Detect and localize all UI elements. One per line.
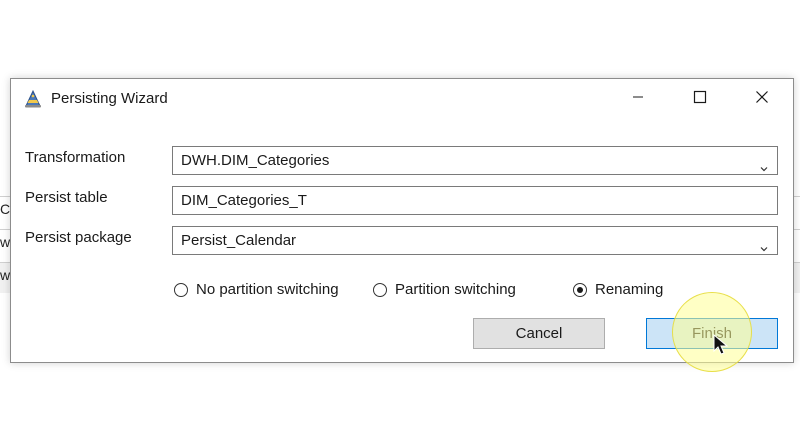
radio-indicator bbox=[174, 282, 188, 297]
transformation-value: DWH.DIM_Categories bbox=[181, 152, 330, 169]
persist-package-value: Persist_Calendar bbox=[181, 232, 297, 249]
transformation-dropdown[interactable]: DWH.DIM_Categories bbox=[172, 146, 778, 175]
dialog-title: Persisting Wizard bbox=[51, 90, 168, 107]
radio-label: Partition switching bbox=[395, 281, 516, 298]
persist-table-input[interactable]: DIM_Categories_T bbox=[172, 186, 778, 215]
persist-package-label: Persist package bbox=[25, 229, 132, 246]
chevron-down-icon bbox=[759, 156, 769, 172]
close-icon bbox=[755, 90, 769, 109]
maximize-button[interactable] bbox=[669, 79, 731, 119]
background-text-fragment: w bbox=[0, 267, 11, 283]
radio-indicator-selected bbox=[573, 282, 587, 297]
background-text-fragment: w bbox=[0, 234, 11, 250]
radio-label: Renaming bbox=[595, 281, 664, 298]
radio-indicator bbox=[373, 282, 387, 297]
cancel-button[interactable]: Cancel bbox=[473, 318, 605, 349]
persisting-wizard-dialog: Persisting Wizard Transformation DWH.DIM… bbox=[10, 78, 794, 363]
dialog-body: Transformation DWH.DIM_Categories Persis… bbox=[11, 119, 793, 362]
screen: C w w Persisting Wizard Transformation D… bbox=[0, 0, 800, 446]
finish-button[interactable]: Finish bbox=[646, 318, 778, 349]
maximize-icon bbox=[693, 90, 707, 109]
persist-table-value: DIM_Categories_T bbox=[181, 192, 307, 209]
chevron-down-icon bbox=[759, 236, 769, 252]
minimize-button[interactable] bbox=[607, 79, 669, 119]
background-text-fragment: C bbox=[0, 201, 11, 217]
radio-no-partition-switching[interactable]: No partition switching bbox=[174, 281, 339, 298]
radio-renaming[interactable]: Renaming bbox=[573, 281, 663, 298]
title-bar[interactable]: Persisting Wizard bbox=[11, 79, 793, 119]
persist-table-label: Persist table bbox=[25, 189, 108, 206]
minimize-icon bbox=[632, 90, 644, 108]
radio-label: No partition switching bbox=[196, 281, 339, 298]
wizard-hat-icon bbox=[23, 89, 43, 109]
close-button[interactable] bbox=[731, 79, 793, 119]
transformation-label: Transformation bbox=[25, 149, 126, 166]
persist-package-dropdown[interactable]: Persist_Calendar bbox=[172, 226, 778, 255]
radio-partition-switching[interactable]: Partition switching bbox=[373, 281, 516, 298]
